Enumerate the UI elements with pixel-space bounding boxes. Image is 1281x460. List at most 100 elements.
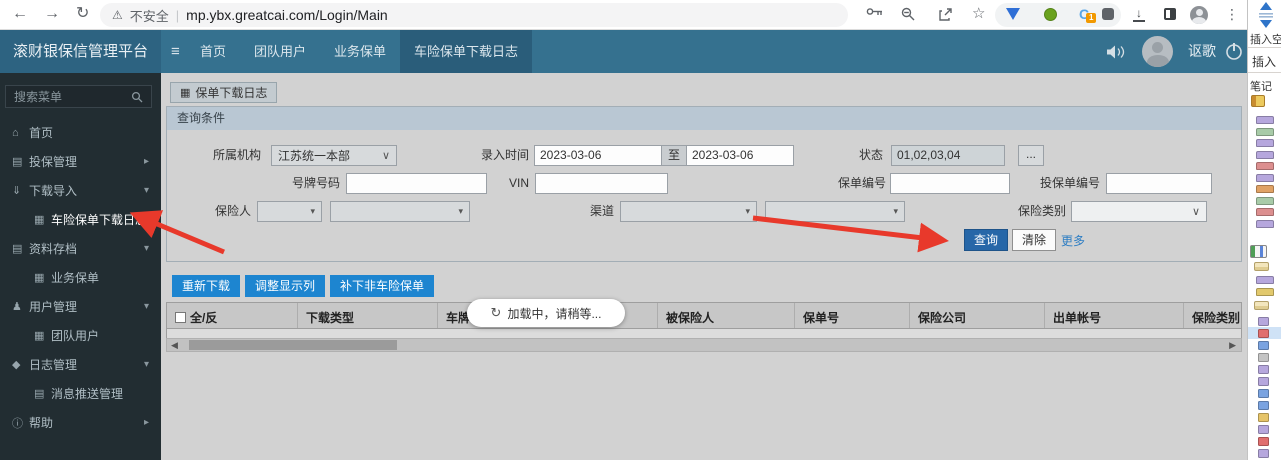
scroll-right-icon[interactable]: ▶ xyxy=(1229,340,1236,351)
sidebar-item-insure-mgmt[interactable]: ▤ 投保管理 ▸ xyxy=(0,147,161,176)
page-row[interactable] xyxy=(1248,387,1281,399)
profile-avatar[interactable] xyxy=(1190,6,1208,24)
section-tab-icon[interactable] xyxy=(1256,276,1274,284)
scroll-left-icon[interactable]: ◀ xyxy=(171,340,178,351)
extension-c-icon[interactable]: C 1 xyxy=(1079,6,1097,23)
ins-type-select[interactable]: ∨ xyxy=(1071,201,1207,222)
sidebar-item-team-users[interactable]: ▦ 团队用户 xyxy=(0,321,161,350)
section-tab-icon[interactable] xyxy=(1256,288,1274,296)
page-row[interactable] xyxy=(1248,327,1281,339)
page-tab-download-log[interactable]: ▦ 保单下载日志 xyxy=(170,82,278,103)
date-from-input[interactable]: 2023-03-06 xyxy=(534,145,662,166)
section-tab-icon[interactable] xyxy=(1256,150,1274,159)
scrollbar-thumb[interactable] xyxy=(189,340,397,350)
section-tab-icon[interactable] xyxy=(1256,185,1274,193)
bookmark-star-icon[interactable]: ☆ xyxy=(972,4,985,24)
extension-v-icon[interactable] xyxy=(1006,8,1020,20)
sidebar-item-car-policy-download-log[interactable]: ▦ 车险保单下载日志 xyxy=(0,205,161,234)
section-tab-icon[interactable] xyxy=(1256,139,1274,147)
page-row[interactable] xyxy=(1248,447,1281,459)
browser-menu-icon[interactable]: ⋮ xyxy=(1225,4,1239,24)
sidebar-item-download-import[interactable]: ⇓ 下载导入 ▾ xyxy=(0,176,161,205)
nav-tab-team-users[interactable]: 团队用户 xyxy=(240,30,320,73)
page-row[interactable] xyxy=(1248,411,1281,423)
zoom-out-icon[interactable] xyxy=(901,7,915,21)
insert-space-icon[interactable] xyxy=(1256,2,1276,28)
query-button[interactable]: 查询 xyxy=(964,229,1008,251)
sidebar-item-message-push-mgmt[interactable]: ▤ 消息推送管理 xyxy=(0,379,161,408)
user-avatar[interactable] xyxy=(1142,36,1173,67)
page-row[interactable] xyxy=(1248,351,1281,363)
date-to-input[interactable]: 2023-03-06 xyxy=(686,145,794,166)
insurer-select-1[interactable]: ▾ xyxy=(257,201,322,222)
nav-tab-download-log[interactable]: 车险保单下载日志 xyxy=(400,30,533,73)
channel-select-1[interactable]: ▾ xyxy=(620,201,757,222)
sidebar-item-help[interactable]: ⓘ 帮助 ▸ xyxy=(0,408,161,437)
page-row[interactable] xyxy=(1248,399,1281,411)
side-panel-icon[interactable] xyxy=(1164,8,1176,20)
grid-icon: ▦ xyxy=(34,272,45,284)
vin-input[interactable] xyxy=(535,173,668,194)
speaker-icon[interactable] xyxy=(1106,44,1126,60)
ribbon-tab-insert[interactable]: 插入 xyxy=(1252,53,1276,70)
column-insured: 被保险人 xyxy=(658,303,795,328)
section-tab-icon[interactable] xyxy=(1256,208,1274,216)
nav-tab-home[interactable]: 首页 xyxy=(186,30,240,73)
logout-power-icon[interactable] xyxy=(1224,41,1244,61)
policy-no-input[interactable] xyxy=(890,173,1010,194)
spinner-icon: ↻ xyxy=(490,305,502,320)
section-tab-icon[interactable] xyxy=(1256,219,1274,228)
extensions-puzzle-icon[interactable] xyxy=(1102,8,1114,20)
section-tab-icon[interactable] xyxy=(1256,196,1274,205)
username-label[interactable]: 讴歌 xyxy=(1188,30,1216,73)
clear-button[interactable]: 清除 xyxy=(1012,229,1056,251)
notebook-icon[interactable] xyxy=(1251,95,1265,107)
sidebar-item-user-mgmt[interactable]: ♟ 用户管理 ▾ xyxy=(0,292,161,321)
page-row[interactable] xyxy=(1248,435,1281,447)
org-select[interactable]: 江苏统一本部 ∨ xyxy=(271,145,397,166)
adjust-columns-button[interactable]: 调整显示列 xyxy=(245,275,326,297)
channel-select-2[interactable]: ▾ xyxy=(765,201,905,222)
security-label[interactable]: 不安全 xyxy=(130,6,169,25)
select-all-checkbox[interactable] xyxy=(175,312,186,323)
section-tab-icon[interactable] xyxy=(1256,162,1274,170)
proposal-no-input[interactable] xyxy=(1106,173,1212,194)
search-icon[interactable] xyxy=(131,91,143,103)
hamburger-icon[interactable]: ≡ xyxy=(163,30,188,73)
section-tab-icon[interactable] xyxy=(1256,127,1274,136)
password-key-icon[interactable] xyxy=(866,7,883,16)
section-group-icon[interactable] xyxy=(1254,262,1269,271)
share-icon[interactable] xyxy=(938,7,953,22)
more-link[interactable]: 更多 xyxy=(1061,232,1085,249)
reload-icon[interactable]: ↻ xyxy=(76,4,89,24)
chevron-down-icon: ▾ xyxy=(143,185,149,196)
redownload-button[interactable]: 重新下载 xyxy=(172,275,241,297)
url-text[interactable]: mp.ybx.greatcai.com/Login/Main xyxy=(186,7,388,23)
section-tab-icon[interactable] xyxy=(1256,173,1274,182)
sidebar-item-log-mgmt[interactable]: ◆ 日志管理 ▾ xyxy=(0,350,161,379)
page-row[interactable] xyxy=(1248,363,1281,375)
open-notebook-icon[interactable] xyxy=(1250,245,1267,258)
page-row[interactable] xyxy=(1248,339,1281,351)
horizontal-scrollbar[interactable]: ◀ ▶ xyxy=(166,338,1242,352)
back-icon[interactable]: ← xyxy=(12,4,28,24)
forward-icon[interactable]: → xyxy=(44,4,60,24)
insurer-select-2[interactable]: ▾ xyxy=(330,201,470,222)
section-tab-icon[interactable] xyxy=(1256,116,1274,124)
plate-input[interactable] xyxy=(346,173,487,194)
downloads-icon[interactable]: ↓ xyxy=(1133,7,1145,22)
extension-green-icon[interactable] xyxy=(1044,8,1057,21)
page-row[interactable] xyxy=(1248,315,1281,327)
section-group-icon[interactable] xyxy=(1254,301,1269,310)
sidebar-item-business-policy[interactable]: ▦ 业务保单 xyxy=(0,263,161,292)
address-bar[interactable]: ⚠ 不安全 | mp.ybx.greatcai.com/Login/Main xyxy=(100,3,848,27)
status-more-button[interactable]: ... xyxy=(1018,145,1044,166)
sidebar-item-data-archive[interactable]: ▤ 资料存档 ▾ xyxy=(0,234,161,263)
supplement-nonauto-button[interactable]: 补下非车险保单 xyxy=(330,275,435,297)
page-row[interactable] xyxy=(1248,375,1281,387)
sidebar-item-home[interactable]: ⌂ 首页 xyxy=(0,118,161,147)
page-row[interactable] xyxy=(1248,423,1281,435)
sidebar-search-input[interactable]: 搜索菜单 xyxy=(5,85,152,108)
status-input[interactable]: 01,02,03,04 xyxy=(891,145,1005,166)
nav-tab-business-policy[interactable]: 业务保单 xyxy=(320,30,400,73)
